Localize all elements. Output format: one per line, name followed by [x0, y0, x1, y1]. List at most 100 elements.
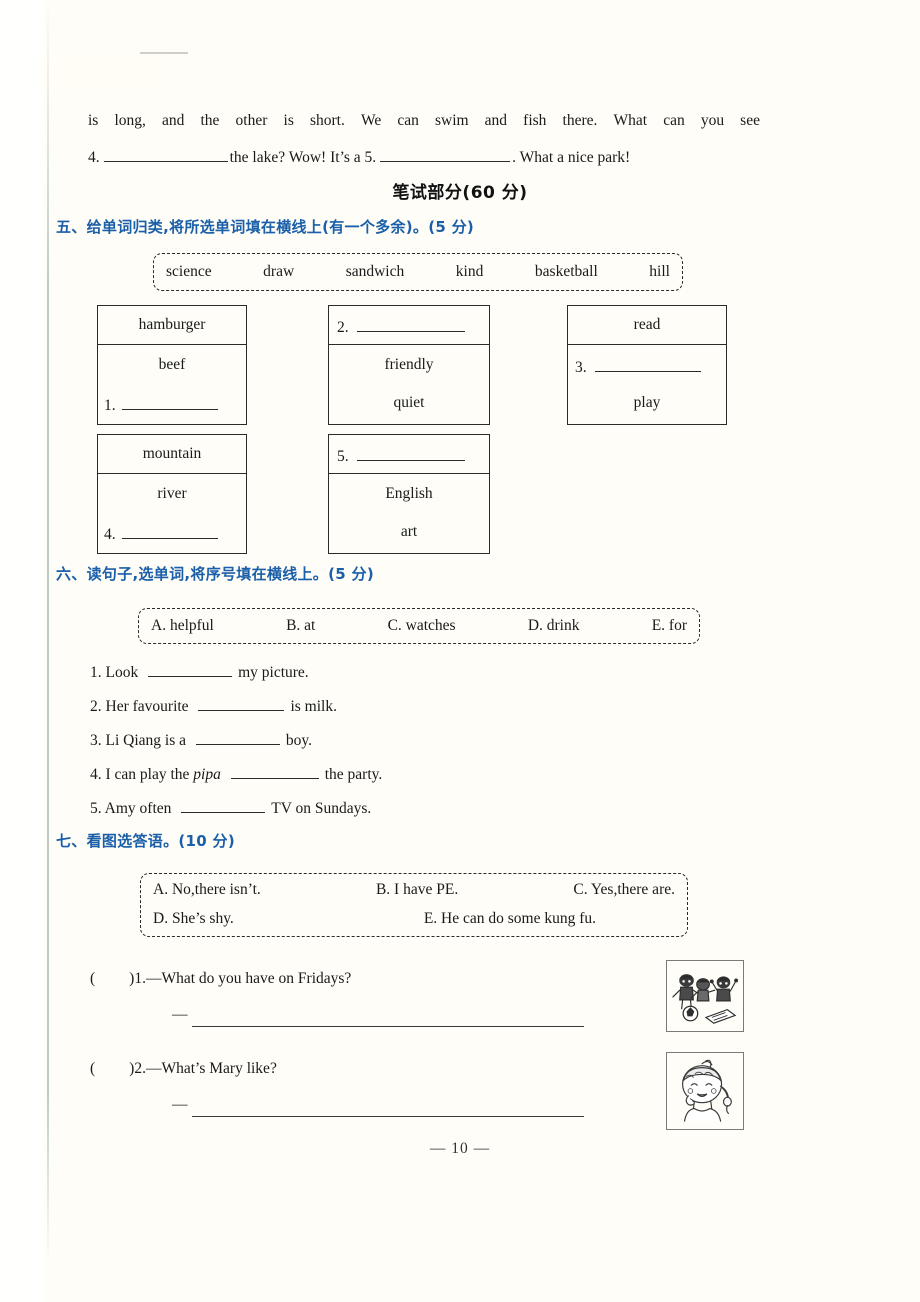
blank-4-rule[interactable] — [103, 146, 228, 162]
wordbank-7-option-4[interactable]: E. He can do some kung fu. — [424, 910, 596, 928]
reading-word-6: short. — [309, 112, 345, 129]
question-5-text-before: Amy often — [104, 800, 176, 817]
reading-word-3: the — [200, 112, 220, 129]
section-7-item-2-question: ()2.—What’s Mary like? — [90, 1060, 277, 1078]
blank-5-rule[interactable] — [380, 146, 511, 162]
wordbank-6-option-0[interactable]: A. helpful — [151, 617, 214, 635]
category-blank-3: 3. — [575, 356, 701, 377]
question-4-italic-word: pipa — [193, 766, 225, 783]
wordbank-5-option-0[interactable]: science — [166, 263, 212, 281]
wordbank-5-option-3[interactable]: kind — [456, 263, 484, 281]
word-play: play — [633, 394, 661, 411]
item-1-answer-dash: — — [172, 1006, 188, 1023]
reading-passage-line-1: is long, and the other is short. We can swim and fi… — [88, 112, 760, 130]
children-playing-football-picture — [666, 960, 744, 1032]
reading-word-7: We — [360, 112, 382, 129]
question-1-text-before: Look — [105, 664, 143, 681]
word-art: art — [400, 523, 418, 540]
category-blank-1-rule[interactable] — [121, 394, 218, 410]
category-blank-1-number: 1. — [104, 397, 116, 414]
wordbank-6-option-2[interactable]: C. watches — [388, 617, 456, 635]
wordbank-6-option-1[interactable]: B. at — [286, 617, 315, 635]
category-blank-4-number: 4. — [104, 526, 116, 543]
reading-word-11: fish — [523, 112, 547, 129]
wordbank-7-option-1[interactable]: B. I have PE. — [376, 881, 458, 899]
category-box-nature: mountain river 4. — [97, 434, 247, 554]
reading-line2-suffix: . What a nice park! — [512, 149, 631, 166]
category-box-subjects: 5. English art — [328, 434, 490, 554]
item-2-dash: — — [145, 1060, 162, 1077]
section-5-heading: 五、给单词归类,将所选单词填在横线上(有一个多余)。(5 分) — [56, 218, 475, 236]
wordbank-7-option-3[interactable]: D. She’s shy. — [153, 910, 234, 928]
question-5-number: 5. — [90, 800, 105, 817]
item-2-answer-rule[interactable] — [192, 1116, 584, 1118]
wordbank-6-option-4[interactable]: E. for — [652, 617, 687, 635]
wordbank-7-option-2[interactable]: C. Yes,there are. — [573, 881, 675, 899]
reading-word-9: swim — [434, 112, 469, 129]
reading-word-16: see — [740, 112, 760, 129]
category-blank-4-rule[interactable] — [121, 523, 218, 539]
question-2-text-after: is milk. — [290, 698, 337, 715]
section-7-heading: 七、看图选答语。(10 分) — [56, 832, 236, 850]
question-5-text-after: TV on Sundays. — [271, 800, 372, 817]
wordbank-5-option-4[interactable]: basketball — [535, 263, 598, 281]
written-part-title: 笔试部分(60 分) — [392, 183, 528, 203]
section-6-question-3: 3. Li Qiang is a boy. — [90, 729, 312, 750]
item-1-paren-open: ( — [90, 970, 96, 987]
section-7-item-1-question: ()1.—What do you have on Fridays? — [90, 970, 351, 988]
question-5-blank-rule[interactable] — [181, 797, 266, 813]
reading-word-2: and — [162, 112, 185, 129]
reading-word-8: can — [397, 112, 419, 129]
question-1-text-after: my picture. — [238, 664, 309, 681]
word-quiet: quiet — [393, 394, 425, 411]
question-1-number: 1. — [90, 664, 106, 681]
wordbank-6-option-3[interactable]: D. drink — [528, 617, 580, 635]
question-4-number: 4. — [90, 766, 106, 783]
scan-artifact-block — [44, 53, 164, 93]
question-4-blank-rule[interactable] — [230, 763, 319, 779]
section-6-question-4: 4. I can play the pipa the party. — [90, 763, 382, 784]
question-1-blank-rule[interactable] — [148, 661, 233, 677]
reading-word-10: and — [484, 112, 508, 129]
wordbank-7-option-0[interactable]: A. No,there isn’t. — [153, 881, 261, 899]
category-box-personality: 2. friendly quiet — [328, 305, 490, 425]
section-6-question-1: 1. Look my picture. — [90, 661, 309, 682]
category-blank-5-rule[interactable] — [356, 445, 465, 461]
category-blank-2-rule[interactable] — [356, 316, 465, 332]
section-6-heading: 六、读句子,选单词,将序号填在横线上。(5 分) — [56, 565, 374, 583]
worksheet-page: is long, and the other is short. We can swim and fi… — [0, 0, 920, 1302]
children-playing-football-illustration — [672, 974, 739, 1024]
section-6-word-bank: A. helpful B. at C. watches D. drink E. for — [138, 608, 700, 644]
category-blank-3-rule[interactable] — [594, 356, 701, 372]
category-blank-5: 5. — [337, 445, 465, 466]
category-blank-1: 1. — [104, 394, 218, 415]
reading-word-15: you — [700, 112, 725, 129]
word-beef: beef — [158, 356, 186, 373]
section-6-question-2: 2. Her favourite is milk. — [90, 695, 337, 716]
reading-word-4: other — [235, 112, 268, 129]
item-1-dash: — — [145, 970, 162, 987]
reading-word-1: long, — [114, 112, 146, 129]
item-2-paren-open: ( — [90, 1060, 96, 1077]
item-2-question-text: What’s Mary like? — [161, 1060, 277, 1077]
section-6-question-5: 5. Amy often TV on Sundays. — [90, 797, 371, 818]
wordbank-5-option-2[interactable]: sandwich — [346, 263, 405, 281]
question-3-blank-rule[interactable] — [195, 729, 280, 745]
item-1-question-text: What do you have on Fridays? — [161, 970, 352, 987]
reading-word-14: can — [663, 112, 685, 129]
blank-4-number: 4. — [88, 149, 100, 166]
question-4-text-before: I can play the — [105, 766, 194, 783]
page-number: — 10 — — [429, 1140, 491, 1157]
question-2-blank-rule[interactable] — [198, 695, 285, 711]
question-2-number: 2. — [90, 698, 106, 715]
wordbank-5-option-5[interactable]: hill — [649, 263, 670, 281]
wordbank-5-option-1[interactable]: draw — [263, 263, 294, 281]
category-box-activities: read 3. play — [567, 305, 727, 425]
reading-word-13: What — [613, 112, 648, 129]
category-blank-4: 4. — [104, 523, 218, 544]
word-read: read — [633, 316, 661, 333]
shy-girl-picture — [666, 1052, 744, 1130]
item-1-answer-rule[interactable] — [192, 1026, 584, 1028]
reading-word-0: is — [88, 112, 99, 129]
reading-passage-line-2: 4. the lake? Wow! It’s a 5. . What a nice … — [88, 146, 764, 167]
